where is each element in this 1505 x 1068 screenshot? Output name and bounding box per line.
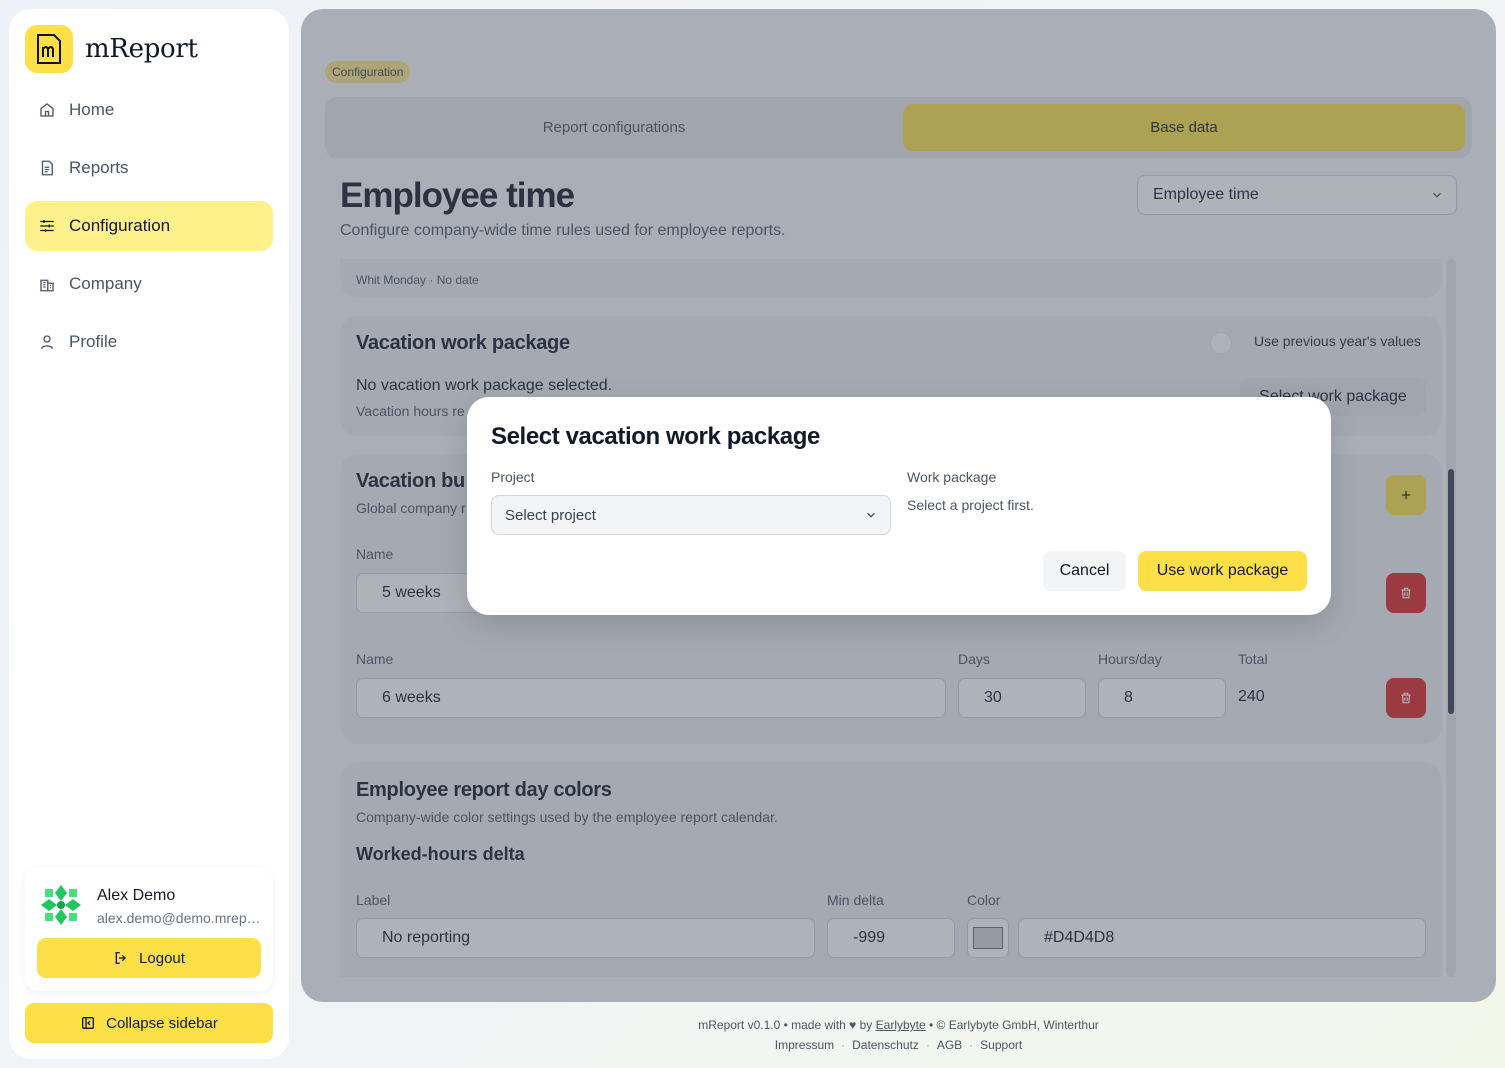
cancel-button[interactable]: Cancel	[1043, 551, 1126, 591]
home-icon	[40, 103, 54, 117]
document-icon	[41, 160, 53, 176]
project-label: Project	[491, 469, 535, 485]
dialog-title: Select vacation work package	[491, 423, 820, 450]
work-package-hint: Select a project first.	[907, 497, 1034, 513]
user-name: Alex Demo	[97, 887, 176, 904]
footer-separator: ·	[841, 1038, 846, 1052]
sidebar-item-label: Configuration	[69, 216, 171, 235]
footer-credits-post: • © Earlybyte GmbH, Winterthur	[925, 1018, 1099, 1032]
collapse-sidebar-label: Collapse sidebar	[106, 1014, 218, 1032]
footer-separator: ·	[969, 1038, 974, 1052]
logout-icon	[115, 952, 126, 964]
building-icon	[40, 279, 54, 292]
collapse-sidebar-button[interactable]: Collapse sidebar	[25, 1003, 273, 1043]
brand[interactable]: mReport	[25, 25, 198, 73]
sidebar-item-label: Profile	[69, 332, 118, 351]
sidebar-item-label: Company	[69, 274, 142, 293]
footer-link-support[interactable]: Support	[980, 1038, 1022, 1052]
footer-credits: mReport v0.1.0 • made with ♥ by Earlybyt…	[301, 1015, 1496, 1035]
footer-separator: ·	[925, 1038, 930, 1052]
sidebar-item-reports[interactable]: Reports	[25, 143, 273, 193]
mreport-logo-icon	[25, 25, 73, 73]
sidebar-item-label: Reports	[69, 158, 129, 177]
sidebar-item-label: Home	[69, 100, 115, 119]
sidebar-nav: Home Reports Configuration Company Profi…	[25, 85, 273, 375]
sidebar-item-profile[interactable]: Profile	[25, 317, 273, 367]
avatar	[37, 881, 85, 929]
footer-credits-pre: mReport v0.1.0 • made with ♥ by	[698, 1018, 876, 1032]
logout-button[interactable]: Logout	[37, 938, 261, 978]
select-work-package-dialog: Select vacation work package Project Sel…	[467, 397, 1331, 615]
sidebar: mReport Home Reports Configuration Compa…	[9, 9, 289, 1059]
footer-link-datenschutz[interactable]: Datenschutz	[852, 1038, 919, 1052]
chevron-down-icon	[867, 512, 875, 518]
user-email: alex.demo@demo.mreport.ch	[97, 910, 265, 926]
user-card: Alex Demo alex.demo@demo.mreport.ch Logo…	[25, 867, 273, 991]
sidebar-item-configuration[interactable]: Configuration	[25, 201, 273, 251]
project-select[interactable]: Select project	[491, 495, 891, 535]
user-icon	[41, 335, 53, 349]
sidebar-item-home[interactable]: Home	[25, 85, 273, 135]
footer: mReport v0.1.0 • made with ♥ by Earlybyt…	[301, 1015, 1496, 1055]
work-package-label: Work package	[907, 469, 997, 485]
earlybyte-link[interactable]: Earlybyte	[876, 1018, 926, 1032]
sidebar-collapse-icon	[82, 1017, 95, 1029]
sidebar-item-company[interactable]: Company	[25, 259, 273, 309]
sliders-icon	[40, 220, 54, 232]
footer-link-agb[interactable]: AGB	[937, 1038, 962, 1052]
use-work-package-button[interactable]: Use work package	[1138, 551, 1307, 591]
footer-link-impressum[interactable]: Impressum	[775, 1038, 834, 1052]
footer-links: Impressum · Datenschutz · AGB · Support	[301, 1035, 1496, 1055]
app-name: mReport	[85, 34, 198, 64]
logout-label: Logout	[139, 949, 185, 967]
project-select-placeholder: Select project	[505, 506, 596, 524]
